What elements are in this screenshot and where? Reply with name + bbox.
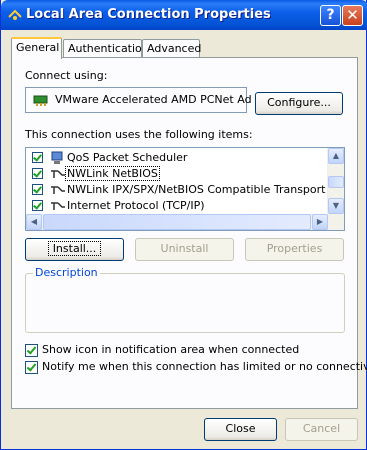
properties-button[interactable]: Properties <box>245 238 344 261</box>
checkbox[interactable] <box>32 184 43 195</box>
scheduler-icon <box>51 151 63 164</box>
components-list[interactable]: QoS Packet Scheduler NWLink NetBIOS NWLi… <box>25 147 345 231</box>
checkbox[interactable] <box>32 168 43 179</box>
show-icon-label[interactable]: Show icon in notification area when conn… <box>42 343 299 356</box>
list-item-label: Internet Protocol (TCP/IP) <box>67 199 205 212</box>
tab-authentication-label: Authentication <box>68 42 149 55</box>
checkbox[interactable] <box>32 152 43 163</box>
protocol-icon <box>51 202 65 210</box>
tab-advanced[interactable]: Advanced <box>142 39 202 58</box>
help-icon: ? <box>326 7 335 23</box>
checkbox[interactable] <box>32 200 43 211</box>
scroll-left-icon[interactable]: ◀ <box>26 214 42 230</box>
close-label: Close <box>225 422 256 435</box>
description-group <box>25 273 345 333</box>
cancel-button[interactable]: Cancel <box>285 418 358 441</box>
items-list-label: This connection uses the following items… <box>25 128 253 141</box>
cancel-label: Cancel <box>302 422 341 435</box>
list-item-label: NWLink IPX/SPX/NetBIOS Compatible Transp… <box>67 183 345 196</box>
uninstall-button[interactable]: Uninstall <box>135 238 234 261</box>
network-adapter-icon <box>33 95 48 106</box>
list-item-label: QoS Packet Scheduler <box>67 151 188 164</box>
title-bar[interactable]: Local Area Connection Properties ? ✕ <box>1 0 367 30</box>
connect-using-label: Connect using: <box>25 69 108 82</box>
scroll-right-icon[interactable]: ▶ <box>312 214 328 230</box>
close-button[interactable]: Close <box>204 418 277 441</box>
vertical-scrollbar[interactable]: ▲ ▼ <box>327 148 344 214</box>
adapter-name: VMware Accelerated AMD PCNet Ad <box>55 93 252 106</box>
install-button[interactable]: Install... <box>25 238 124 261</box>
notify-label[interactable]: Notify me when this connection has limit… <box>42 360 367 373</box>
adapter-field: VMware Accelerated AMD PCNet Ad <box>25 87 252 113</box>
install-label: Install... <box>47 241 102 256</box>
horizontal-scroll-thumb[interactable] <box>43 214 311 230</box>
close-icon: ✕ <box>346 6 359 24</box>
horizontal-scrollbar[interactable]: ◀ ▶ <box>26 214 344 230</box>
help-button[interactable]: ? <box>320 5 341 26</box>
window-title: Local Area Connection Properties <box>26 7 271 22</box>
configure-label: Configure... <box>267 96 331 109</box>
scroll-up-icon[interactable]: ▲ <box>328 148 344 164</box>
properties-label: Properties <box>266 242 323 255</box>
list-item-label: NWLink NetBIOS <box>65 166 160 181</box>
tab-advanced-label: Advanced <box>147 42 202 55</box>
close-window-button[interactable]: ✕ <box>342 5 363 26</box>
tab-general-label: General <box>16 41 60 54</box>
configure-button[interactable]: Configure... <box>255 92 343 115</box>
description-legend: Description <box>33 266 100 279</box>
scroll-down-icon[interactable]: ▼ <box>328 198 344 214</box>
protocol-icon <box>51 170 65 178</box>
protocol-icon <box>51 186 65 194</box>
dialog-window: Local Area Connection Properties ? ✕ Gen… <box>0 0 367 450</box>
tab-authentication[interactable]: Authentication <box>63 39 149 58</box>
uninstall-label: Uninstall <box>160 242 209 255</box>
vertical-scroll-thumb[interactable] <box>328 176 344 188</box>
notify-checkbox[interactable] <box>25 361 38 374</box>
network-connection-icon <box>8 9 22 20</box>
show-icon-checkbox[interactable] <box>25 344 38 357</box>
tab-general[interactable]: General <box>11 37 62 59</box>
